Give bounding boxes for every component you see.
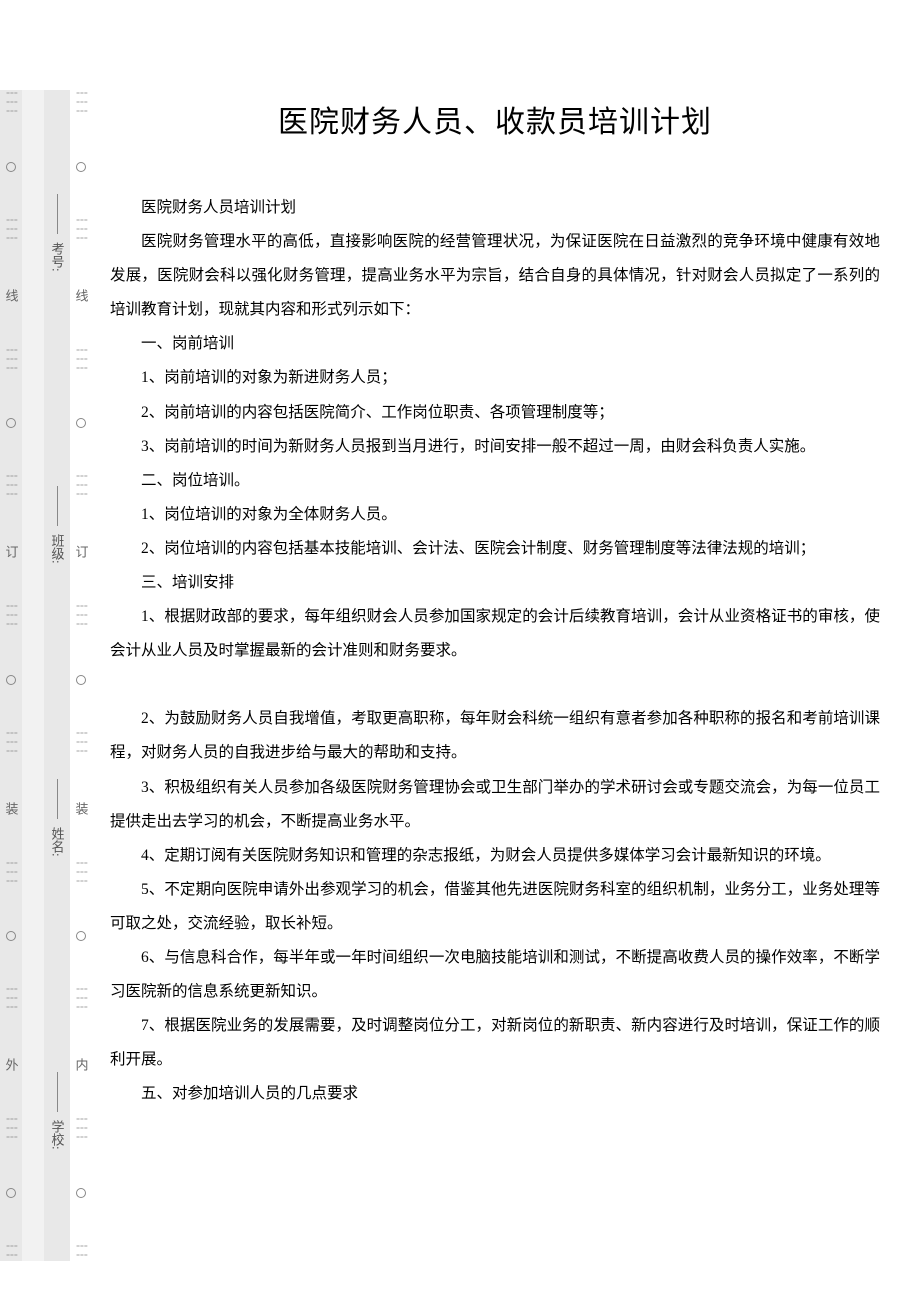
- margin-char-seal: 装: [72, 802, 91, 815]
- margin-dots: ┆┆: [76, 1243, 87, 1261]
- margin-dots: ┆┆┆: [76, 860, 87, 887]
- margin-circle: [76, 675, 86, 685]
- margin-dots: ┆┆┆: [76, 347, 87, 374]
- binding-margin-inner: ┆┆┆ ┆┆┆ 线 ┆┆┆ ┆┆┆ 订 ┆┆┆ ┆┆┆ 装 ┆┆┆ ┆┆┆ 内 …: [70, 90, 92, 1261]
- list-item: 1、根据财政部的要求，每年组织财会人员参加国家规定的会计后续教育培训，会计从业资…: [110, 600, 880, 668]
- list-item: 7、根据医院业务的发展需要，及时调整岗位分工，对新岗位的新职责、新内容进行及时培…: [110, 1009, 880, 1077]
- margin-circle: [6, 675, 16, 685]
- margin-dots: ┆┆┆: [76, 473, 87, 500]
- margin-dots: ┆┆┆: [6, 603, 17, 630]
- section-5-header: 五、对参加培训人员的几点要求: [110, 1077, 880, 1111]
- margin-dots: ┆┆┆: [6, 347, 17, 374]
- margin-circle: [6, 931, 16, 941]
- margin-dots: ┆┆┆: [6, 860, 17, 887]
- subtitle: 医院财务人员培训计划: [110, 191, 880, 225]
- margin-char-seal: 装: [2, 802, 21, 815]
- label-underline: [57, 779, 58, 819]
- list-item: 6、与信息科合作，每半年或一年时间组织一次电脑技能培训和测试，不断提高收费人员的…: [110, 941, 880, 1009]
- list-item: 1、岗前培训的对象为新进财务人员；: [110, 361, 880, 395]
- list-item: 3、岗前培训的时间为新财务人员报到当月进行，时间安排一般不超过一周，由财会科负责…: [110, 430, 880, 464]
- label-group: 学校:: [48, 1072, 67, 1158]
- list-item: 2、岗位培训的内容包括基本技能培训、会计法、医院会计制度、财务管理制度等法律法规…: [110, 532, 880, 566]
- margin-char-bind: 订: [72, 545, 91, 558]
- class-label: 班级:: [48, 526, 67, 572]
- section-2-header: 二、岗位培训。: [110, 464, 880, 498]
- exam-number-label: 考号:: [48, 234, 67, 280]
- list-item: 1、岗位培训的对象为全体财务人员。: [110, 498, 880, 532]
- margin-dots: ┆┆┆: [76, 90, 87, 117]
- label-underline: [57, 1072, 58, 1112]
- margin-dots: ┆┆┆: [76, 1116, 87, 1143]
- section-1-header: 一、岗前培训: [110, 327, 880, 361]
- list-item: 2、岗前培训的内容包括医院简介、工作岗位职责、各项管理制度等；: [110, 396, 880, 430]
- intro-paragraph: 医院财务管理水平的高低，直接影响医院的经营管理状况，为保证医院在日益激烈的竞争环…: [110, 225, 880, 327]
- document-body: 医院财务人员、收款员培训计划 医院财务人员培训计划 医院财务管理水平的高低，直接…: [110, 90, 880, 1111]
- label-group: 班级:: [48, 486, 67, 572]
- margin-circle: [6, 418, 16, 428]
- list-item: 4、定期订阅有关医院财务知识和管理的杂志报纸，为财会人员提供多媒体学习会计最新知…: [110, 839, 880, 873]
- margin-dots: ┆┆┆: [6, 730, 17, 757]
- label-group: 考号:: [48, 194, 67, 280]
- margin-dots: ┆┆┆: [76, 986, 87, 1013]
- margin-circle: [6, 1188, 16, 1198]
- margin-dots: ┆┆┆: [6, 90, 17, 117]
- list-item: 2、为鼓励财务人员自我增值，考取更高职称，每年财会科统一组织有意者参加各种职称的…: [110, 702, 880, 770]
- margin-dots: ┆┆┆: [6, 1116, 17, 1143]
- label-underline: [57, 486, 58, 526]
- margin-char-line: 线: [72, 289, 91, 302]
- label-group: 姓名:: [48, 779, 67, 865]
- margin-circle: [76, 1188, 86, 1198]
- margin-dots: ┆┆┆: [6, 473, 17, 500]
- list-item: 5、不定期向医院申请外出参观学习的机会，借鉴其他先进医院财务科室的组织机制，业务…: [110, 873, 880, 941]
- margin-circle: [76, 418, 86, 428]
- label-underline: [57, 194, 58, 234]
- margin-char-outer: 外: [2, 1058, 21, 1071]
- school-label: 学校:: [48, 1112, 67, 1158]
- paragraph-gap: [110, 668, 880, 702]
- binding-margin-light: [22, 90, 44, 1261]
- margin-circle: [6, 162, 16, 172]
- margin-dots: ┆┆┆: [76, 217, 87, 244]
- form-labels-column: 考号: 班级: 姓名: 学校:: [44, 90, 70, 1261]
- margin-circle: [76, 931, 86, 941]
- list-item: 3、积极组织有关人员参加各级医院财务管理协会或卫生部门举办的学术研讨会或专题交流…: [110, 771, 880, 839]
- margin-dots: ┆┆┆: [6, 217, 17, 244]
- margin-char-inner: 内: [72, 1058, 91, 1071]
- margin-dots: ┆┆: [6, 1243, 17, 1261]
- section-3-header: 三、培训安排: [110, 566, 880, 600]
- margin-char-line: 线: [2, 289, 21, 302]
- margin-dots: ┆┆┆: [76, 730, 87, 757]
- margin-char-bind: 订: [2, 545, 21, 558]
- name-label: 姓名:: [48, 819, 67, 865]
- margin-dots: ┆┆┆: [76, 603, 87, 630]
- page-title: 医院财务人员、收款员培训计划: [110, 90, 880, 156]
- binding-margin-outer: ┆┆┆ ┆┆┆ 线 ┆┆┆ ┆┆┆ 订 ┆┆┆ ┆┆┆ 装 ┆┆┆ ┆┆┆ 外 …: [0, 90, 22, 1261]
- margin-circle: [76, 162, 86, 172]
- margin-dots: ┆┆┆: [6, 986, 17, 1013]
